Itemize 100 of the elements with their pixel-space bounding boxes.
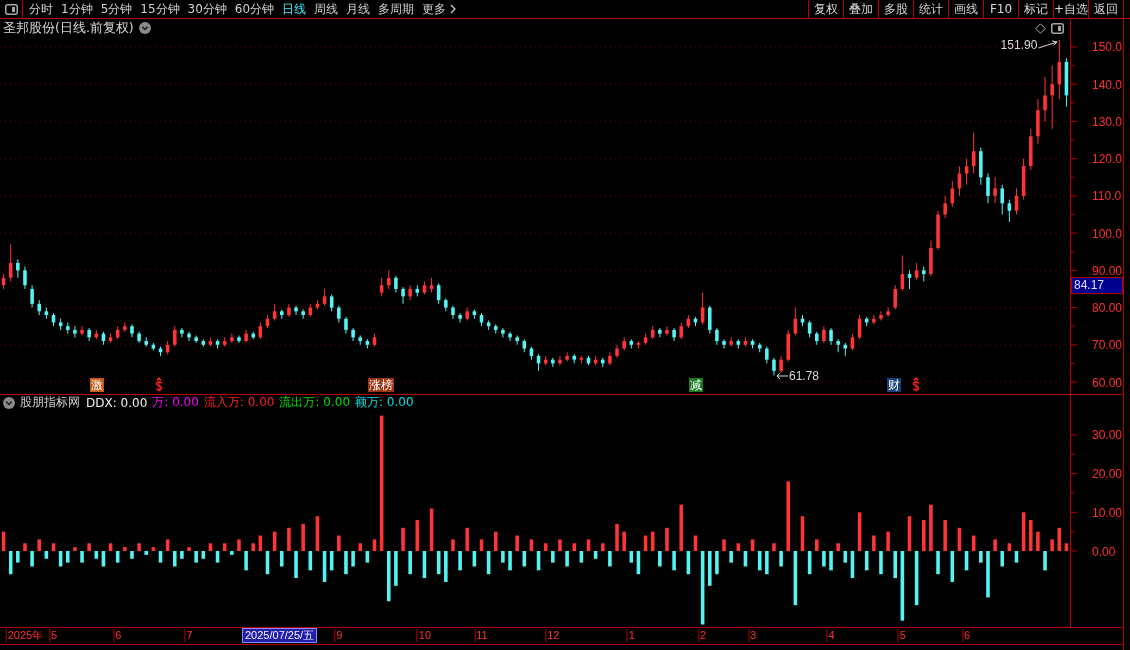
chart-title: 圣邦股份(日线.前复权)	[3, 19, 134, 37]
candlestick	[957, 165, 962, 197]
candlestick	[736, 338, 741, 349]
panel-icon[interactable]	[1051, 22, 1064, 34]
toolbar-button[interactable]: +自选	[1053, 0, 1088, 18]
chevron-down-icon[interactable]	[3, 396, 15, 409]
candlestick	[287, 303, 291, 318]
bar	[914, 551, 919, 606]
toolbar-button[interactable]: 画线	[948, 0, 983, 18]
dollar-icon[interactable]	[155, 377, 163, 392]
bar	[301, 523, 305, 551]
period-tab[interactable]: 周线	[310, 0, 343, 18]
candlestick	[108, 333, 113, 344]
toolbar-button[interactable]: 标记	[1018, 0, 1053, 18]
bar	[643, 535, 648, 551]
event-tag[interactable]: 涨榜	[368, 378, 394, 392]
period-tab[interactable]: 30分钟	[183, 0, 231, 18]
candlestick	[222, 336, 227, 348]
indicator-value: 流出万: 0.00	[279, 395, 350, 411]
event-tag[interactable]: 财	[887, 378, 901, 392]
bar	[501, 551, 505, 563]
candlestick	[693, 316, 698, 327]
toolbar-button[interactable]: 统计	[913, 0, 948, 18]
low-price-label: 61.78	[788, 369, 819, 384]
candlestick	[886, 307, 890, 318]
toolbar-button[interactable]: 复权	[808, 0, 843, 18]
toolbar-button[interactable]: 多股	[878, 0, 913, 18]
candlestick	[301, 308, 305, 320]
toolbar-button[interactable]: 返回	[1088, 0, 1123, 18]
candlestick	[294, 305, 298, 316]
candlestick	[850, 333, 855, 351]
candlestick	[872, 314, 876, 325]
chevron-down-icon[interactable]	[138, 22, 151, 34]
bar	[365, 551, 370, 563]
bar	[73, 547, 77, 551]
event-tag[interactable]: 激	[90, 378, 104, 392]
bar	[201, 551, 206, 559]
bar	[1050, 539, 1054, 551]
candlestick	[765, 346, 769, 364]
period-tab[interactable]: 1分钟	[57, 0, 97, 18]
period-tab[interactable]: 日线	[278, 0, 311, 18]
bar	[765, 551, 769, 575]
candlestick	[344, 316, 348, 335]
bar	[686, 551, 691, 575]
candlestick	[536, 353, 541, 372]
indicator-value: DDX: 0.00	[86, 395, 148, 410]
candlestick	[793, 307, 798, 336]
period-tab[interactable]: 月线	[342, 0, 375, 18]
toolbar-button[interactable]: 叠加	[843, 0, 878, 18]
candlestick	[415, 284, 420, 297]
period-tab[interactable]: 15分钟	[136, 0, 184, 18]
candlestick	[1050, 65, 1054, 130]
candlestick	[80, 325, 84, 336]
candlestick	[986, 173, 990, 204]
candlestick	[515, 335, 519, 346]
bar	[665, 527, 669, 551]
dollar-icon[interactable]	[912, 377, 920, 392]
candlestick	[757, 342, 762, 353]
date-label: 9	[334, 629, 344, 642]
candlestick	[44, 307, 49, 320]
axis-label: 100.0	[1092, 226, 1123, 241]
period-tab[interactable]: 60分钟	[230, 0, 279, 18]
event-tag[interactable]: 减	[689, 378, 703, 392]
bar	[1014, 551, 1019, 563]
candlestick	[194, 335, 198, 344]
period-tab[interactable]: 5分钟	[96, 0, 137, 18]
bar	[80, 551, 84, 563]
candlestick	[8, 243, 13, 282]
candlestick	[815, 331, 819, 346]
candlestick	[230, 333, 234, 344]
candlestick	[337, 305, 341, 323]
diamond-icon[interactable]	[1035, 22, 1046, 34]
bar	[879, 551, 883, 575]
bar	[251, 543, 255, 551]
bar	[558, 539, 562, 551]
toolbar-button[interactable]: F10	[983, 0, 1018, 18]
candlestick	[451, 305, 455, 320]
candlestick	[73, 325, 77, 338]
axis-label: 30.00	[1092, 428, 1123, 443]
bar	[822, 551, 826, 567]
candlestick	[158, 346, 163, 357]
bar	[94, 551, 99, 559]
bar	[472, 551, 477, 567]
bar	[1036, 531, 1040, 551]
axis-label: 70.00	[1092, 338, 1123, 353]
bar	[529, 539, 534, 551]
bar	[1029, 520, 1033, 551]
period-tab[interactable]: 更多	[418, 0, 461, 18]
date-label: 6	[113, 629, 123, 642]
bar	[708, 551, 712, 586]
candlestick	[579, 355, 584, 364]
bar	[536, 551, 541, 571]
bar	[244, 551, 248, 571]
period-tab[interactable]: 多周期	[374, 0, 419, 18]
bar	[387, 551, 391, 602]
candlestick	[715, 327, 719, 346]
period-tab[interactable]: 分时	[25, 0, 57, 18]
bar	[736, 543, 741, 551]
bar	[1007, 543, 1012, 551]
candlestick	[836, 338, 840, 353]
